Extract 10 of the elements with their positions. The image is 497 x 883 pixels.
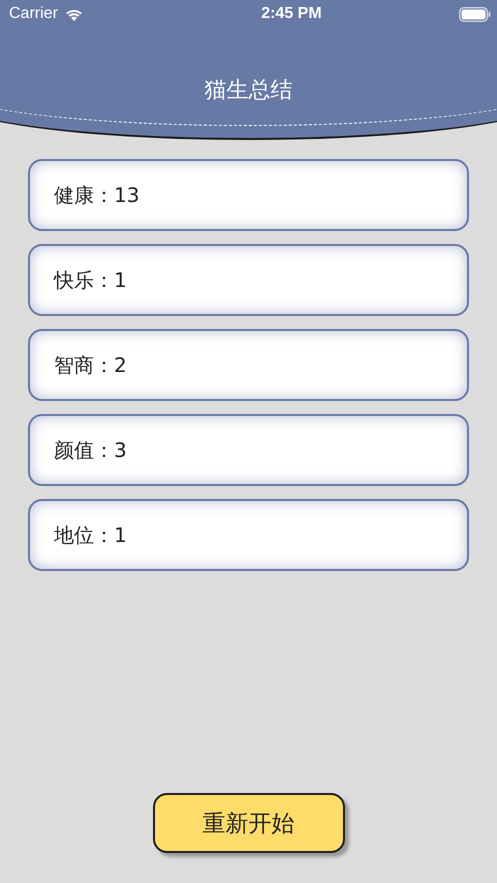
carrier-name: Carrier (9, 5, 58, 23)
page-title: 猫生总结 (204, 77, 294, 105)
status-time: 2:45 PM (261, 5, 322, 23)
battery-icon (458, 6, 491, 22)
stat-text: 颜值：3 (54, 436, 127, 464)
stat-text: 智商：2 (54, 352, 127, 378)
stat-text: 地位：1 (54, 522, 127, 548)
stat-text: 快乐：1 (54, 266, 127, 294)
restart-button[interactable]: 重新开始 (152, 793, 344, 853)
stat-text: 健康：13 (54, 182, 140, 208)
